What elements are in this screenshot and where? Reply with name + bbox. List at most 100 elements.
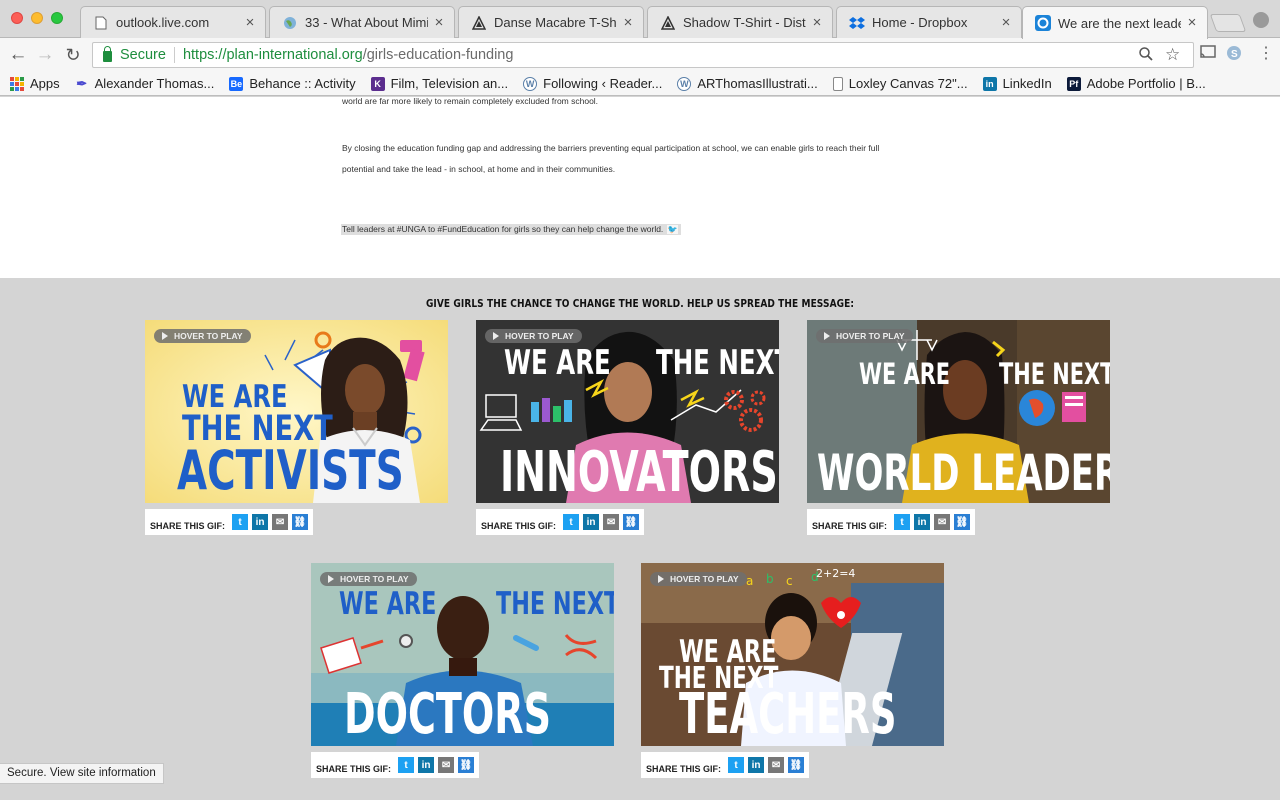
bookmarks-bar: Apps ✒ Alexander Thomas... Be Behance ::… — [0, 72, 1280, 96]
svg-text:c: c — [786, 574, 793, 588]
twitter-share-icon[interactable]: t — [563, 514, 580, 530]
menu-kebab-icon[interactable]: ⋮ — [1258, 43, 1274, 63]
email-share-icon[interactable]: ✉ — [934, 514, 951, 530]
twitter-share-icon[interactable]: t — [894, 514, 911, 530]
tab-title: Shadow T-Shirt - Distur — [683, 15, 806, 30]
close-tab-icon[interactable]: × — [621, 15, 635, 30]
article-body — [0, 97, 1280, 278]
close-tab-icon[interactable]: × — [999, 15, 1013, 30]
cast-icon[interactable] — [1200, 45, 1216, 63]
tab-title: outlook.live.com — [116, 15, 210, 30]
tab-dropbox[interactable]: Home - Dropbox × — [836, 6, 1022, 38]
twitter-share-icon[interactable]: t — [728, 757, 745, 773]
share-bar-world-leaders: SHARE THIS GIF: t in ✉ ⛓ — [807, 509, 976, 535]
close-window-button[interactable] — [11, 12, 23, 24]
profile-icon[interactable] — [1253, 12, 1269, 28]
tab-plan-international[interactable]: We are the next leaders × — [1022, 6, 1208, 39]
share-bar-doctors: SHARE THIS GIF: t in ✉ ⛓ — [311, 752, 480, 778]
tab-shadow-tshirt[interactable]: Shadow T-Shirt - Distur × — [647, 6, 833, 38]
apps-grid-icon — [10, 76, 24, 91]
close-tab-icon[interactable]: × — [432, 15, 446, 30]
secure-label[interactable]: Secure — [120, 47, 166, 63]
search-icon[interactable] — [1139, 47, 1153, 65]
linkedin-share-icon[interactable]: in — [748, 757, 765, 773]
link-share-icon[interactable]: ⛓ — [458, 757, 475, 773]
gif-line-2: THE NEXT — [496, 586, 614, 622]
linkedin-share-icon[interactable]: in — [914, 514, 931, 530]
browser-toolbar: ← → ↻ Secure https://plan-international.… — [0, 38, 1280, 72]
url-host: https://plan-international.org — [182, 47, 363, 63]
bookmark-star-icon[interactable]: ☆ — [1165, 45, 1180, 65]
bookmark-loxley-canvas[interactable]: Loxley Canvas 72"... — [832, 76, 968, 91]
bookmark-apps[interactable]: Apps — [10, 76, 60, 91]
linkedin-share-icon[interactable]: in — [418, 757, 435, 773]
back-arrow-icon[interactable]: ← — [7, 44, 29, 66]
gif-card-doctors[interactable]: HOVER TO PLAY WE ARE THE NEXT DOCTORS — [311, 563, 614, 746]
tab-what-about-mimi[interactable]: 33 - What About Mimi? × — [269, 6, 455, 38]
share-label: SHARE THIS GIF: — [481, 520, 557, 531]
bookmark-label: Following ‹ Reader... — [543, 76, 663, 91]
new-tab-button[interactable] — [1209, 14, 1247, 32]
share-bar-teachers: SHARE THIS GIF: t in ✉ ⛓ — [641, 752, 810, 778]
gif-card-world-leaders[interactable]: HOVER TO PLAY WE ARE THE NEXT WORLD LEAD… — [807, 320, 1110, 503]
article-paragraph: potential and take the lead - in school,… — [342, 164, 616, 174]
gif-big-word: ACTIVISTS — [177, 439, 404, 502]
svg-text:b: b — [766, 572, 774, 586]
bookmark-adobe-portfolio[interactable]: Pf Adobe Portfolio | B... — [1066, 76, 1206, 91]
portfolio-icon: Pf — [1066, 76, 1081, 91]
address-bar[interactable]: Secure https://plan-international.org /g… — [92, 42, 1194, 68]
tab-title: We are the next leaders — [1058, 15, 1181, 31]
bookmark-label: Behance :: Activity — [249, 76, 356, 91]
close-tab-icon[interactable]: × — [1185, 15, 1199, 30]
section-heading: GIVE GIRLS THE CHANCE TO CHANGE THE WORL… — [425, 297, 855, 310]
tab-danse-macabre[interactable]: Danse Macabre T-Shirt × — [458, 6, 644, 38]
url-path: /girls-education-funding — [362, 47, 514, 63]
link-share-icon[interactable]: ⛓ — [292, 514, 309, 530]
email-share-icon[interactable]: ✉ — [272, 514, 289, 530]
twitter-share-icon[interactable]: t — [398, 757, 415, 773]
gif-card-activists[interactable]: HOVER TO PLAY WE ARE THE NEXT ACTIVISTS — [145, 320, 448, 503]
hover-to-play-badge: HOVER TO PLAY — [320, 572, 417, 586]
bookmark-label: Film, Television an... — [390, 76, 509, 91]
bookmark-following-reader[interactable]: W Following ‹ Reader... — [523, 76, 662, 91]
gif-card-teachers[interactable]: a b c d 2+2=4 HOVER TO PLAY WE ARE THE N… — [641, 563, 944, 746]
minimize-window-button[interactable] — [31, 12, 43, 24]
twitter-share-icon[interactable]: t — [232, 514, 249, 530]
threadless-triangle-icon — [471, 15, 487, 31]
bookmark-behance[interactable]: Be Behance :: Activity — [229, 76, 356, 91]
close-tab-icon[interactable]: × — [243, 15, 257, 30]
link-share-icon[interactable]: ⛓ — [623, 514, 640, 530]
bookmark-alexander-thomas[interactable]: ✒ Alexander Thomas... — [75, 76, 214, 92]
bookmark-label: ARThomasIllustrati... — [697, 76, 818, 91]
hover-to-play-badge: HOVER TO PLAY — [154, 329, 251, 343]
close-tab-icon[interactable]: × — [810, 15, 824, 30]
link-share-icon[interactable]: ⛓ — [954, 514, 971, 530]
bookmark-film-television[interactable]: K Film, Television an... — [370, 76, 509, 91]
email-share-icon[interactable]: ✉ — [768, 757, 785, 773]
bookmark-label: LinkedIn — [1002, 76, 1052, 91]
share-bar-activists: SHARE THIS GIF: t in ✉ ⛓ — [145, 509, 314, 535]
link-share-icon[interactable]: ⛓ — [788, 757, 805, 773]
bookmark-linkedin[interactable]: in LinkedIn — [982, 76, 1052, 91]
skype-icon[interactable]: S — [1226, 45, 1242, 65]
k-logo-icon: K — [370, 76, 385, 91]
linkedin-share-icon[interactable]: in — [583, 514, 600, 530]
share-label: SHARE THIS GIF: — [316, 763, 392, 774]
maximize-window-button[interactable] — [51, 12, 63, 24]
linkedin-share-icon[interactable]: in — [252, 514, 269, 530]
tab-title: 33 - What About Mimi? — [305, 15, 428, 30]
tab-outlook[interactable]: outlook.live.com × — [80, 6, 266, 38]
email-share-icon[interactable]: ✉ — [603, 514, 620, 530]
plan-logo-icon — [1035, 15, 1051, 31]
share-bar-innovators: SHARE THIS GIF: t in ✉ ⛓ — [476, 509, 645, 535]
bookmark-arthomas-illustration[interactable]: W ARThomasIllustrati... — [677, 76, 818, 91]
globe-icon — [282, 15, 298, 31]
gif-card-innovators[interactable]: HOVER TO PLAY WE ARE THE NEXT INNOVATORS — [476, 320, 779, 503]
share-label: SHARE THIS GIF: — [646, 763, 722, 774]
forward-arrow-icon[interactable]: → — [34, 44, 56, 66]
click-to-tweet[interactable]: Tell leaders at #UNGA to #FundEducation … — [341, 224, 682, 235]
email-share-icon[interactable]: ✉ — [438, 757, 455, 773]
share-label: SHARE THIS GIF: — [812, 520, 888, 531]
lock-icon[interactable] — [103, 46, 112, 62]
reload-icon[interactable]: ↻ — [62, 44, 84, 66]
